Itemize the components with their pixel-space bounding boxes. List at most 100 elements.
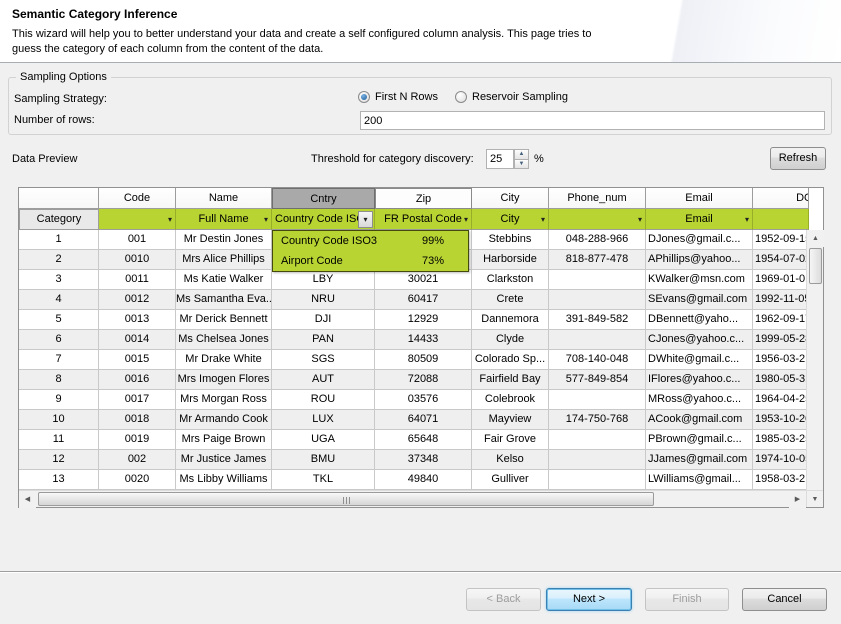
data-cell[interactable]: 391-849-582 xyxy=(549,310,646,330)
row-number-cell[interactable]: 1 xyxy=(19,230,99,250)
data-cell[interactable]: 03576 xyxy=(375,390,472,410)
row-number-cell[interactable]: 10 xyxy=(19,410,99,430)
row-number-cell[interactable]: 9 xyxy=(19,390,99,410)
data-cell[interactable]: Mr Destin Jones xyxy=(176,230,272,250)
data-cell[interactable]: DJI xyxy=(272,310,375,330)
data-cell[interactable]: 1953-10-20 xyxy=(753,410,809,430)
row-number-cell[interactable]: 5 xyxy=(19,310,99,330)
category-select-dob[interactable] xyxy=(753,209,809,230)
data-cell[interactable]: 174-750-768 xyxy=(549,410,646,430)
table-row[interactable]: 60014Ms Chelsea JonesPAN14433ClydeCJones… xyxy=(19,330,823,350)
data-cell[interactable]: Mrs Morgan Ross xyxy=(176,390,272,410)
data-cell[interactable]: Clyde xyxy=(472,330,549,350)
reservoir-sampling-radio[interactable]: Reservoir Sampling xyxy=(455,91,568,103)
data-cell[interactable]: 1962-09-17 xyxy=(753,310,809,330)
data-cell[interactable]: 0012 xyxy=(99,290,176,310)
data-cell[interactable]: 1999-05-28 xyxy=(753,330,809,350)
category-select-zip[interactable]: FR Postal Code▾ xyxy=(375,209,472,230)
data-cell[interactable]: 60417 xyxy=(375,290,472,310)
data-cell[interactable]: Mayview xyxy=(472,410,549,430)
data-cell[interactable]: 0016 xyxy=(99,370,176,390)
data-cell[interactable]: NRU xyxy=(272,290,375,310)
data-cell[interactable]: LUX xyxy=(272,410,375,430)
scroll-down-icon[interactable]: ▼ xyxy=(806,490,823,507)
threshold-spinner-input[interactable] xyxy=(486,149,514,169)
data-cell[interactable]: ACook@gmail.com xyxy=(646,410,753,430)
table-row[interactable]: 80016Mrs Imogen FloresAUT72088Fairfield … xyxy=(19,370,823,390)
data-cell[interactable]: Gulliver xyxy=(472,470,549,490)
table-row[interactable]: 130020Ms Libby WilliamsTKL49840GulliverL… xyxy=(19,470,823,490)
data-cell[interactable]: 14433 xyxy=(375,330,472,350)
data-cell[interactable]: DBennett@yaho... xyxy=(646,310,753,330)
data-cell[interactable]: 002 xyxy=(99,450,176,470)
row-number-cell[interactable]: 3 xyxy=(19,270,99,290)
data-cell[interactable]: SEvans@gmail.com xyxy=(646,290,753,310)
table-row[interactable]: 100018Mr Armando CookLUX64071Mayview174-… xyxy=(19,410,823,430)
data-cell[interactable]: 1958-03-21 xyxy=(753,470,809,490)
next-button[interactable]: Next > xyxy=(546,588,632,611)
data-cell[interactable]: Mr Justice James xyxy=(176,450,272,470)
data-cell[interactable]: JJames@gmail.com xyxy=(646,450,753,470)
data-cell[interactable]: 64071 xyxy=(375,410,472,430)
vertical-scrollbar[interactable]: ▲ xyxy=(806,230,823,490)
data-cell[interactable]: Colebrook xyxy=(472,390,549,410)
table-row[interactable]: 30011Ms Katie WalkerLBY30021ClarkstonKWa… xyxy=(19,270,823,290)
data-cell[interactable]: 1956-03-21 xyxy=(753,350,809,370)
data-cell[interactable]: 1954-07-02 xyxy=(753,250,809,270)
data-cell[interactable]: 72088 xyxy=(375,370,472,390)
data-cell[interactable]: 0014 xyxy=(99,330,176,350)
data-cell[interactable]: LWilliams@gmail... xyxy=(646,470,753,490)
number-of-rows-input[interactable] xyxy=(360,111,825,130)
data-cell[interactable]: UGA xyxy=(272,430,375,450)
data-cell[interactable]: 1974-10-05 xyxy=(753,450,809,470)
data-cell[interactable]: 12929 xyxy=(375,310,472,330)
data-cell[interactable]: 0019 xyxy=(99,430,176,450)
data-cell[interactable]: Harborside xyxy=(472,250,549,270)
data-cell[interactable]: 0010 xyxy=(99,250,176,270)
data-cell[interactable]: Kelso xyxy=(472,450,549,470)
data-cell[interactable]: 80509 xyxy=(375,350,472,370)
data-cell[interactable]: Mr Derick Bennett xyxy=(176,310,272,330)
scroll-right-icon[interactable]: ▶ xyxy=(789,491,806,508)
category-select-city[interactable]: City▾ xyxy=(472,209,549,230)
data-cell[interactable]: PBrown@gmail.c... xyxy=(646,430,753,450)
horizontal-scrollbar-thumb[interactable] xyxy=(38,492,654,506)
data-cell[interactable]: 0018 xyxy=(99,410,176,430)
data-cell[interactable]: CJones@yahoo.c... xyxy=(646,330,753,350)
data-cell[interactable]: DJones@gmail.c... xyxy=(646,230,753,250)
data-cell[interactable]: KWalker@msn.com xyxy=(646,270,753,290)
column-header-city[interactable]: City xyxy=(472,188,549,209)
spinner-up-icon[interactable]: ▲ xyxy=(514,149,529,160)
data-cell[interactable]: Mr Drake White xyxy=(176,350,272,370)
row-number-cell[interactable]: 12 xyxy=(19,450,99,470)
column-header-zip[interactable]: Zip xyxy=(375,188,472,209)
column-header-email[interactable]: Email xyxy=(646,188,753,209)
data-cell[interactable] xyxy=(549,470,646,490)
data-cell[interactable]: Ms Chelsea Jones xyxy=(176,330,272,350)
data-cell[interactable]: 30021 xyxy=(375,270,472,290)
row-number-cell[interactable]: 4 xyxy=(19,290,99,310)
data-cell[interactable]: 1985-03-25 xyxy=(753,430,809,450)
data-cell[interactable]: 1964-04-25 xyxy=(753,390,809,410)
data-cell[interactable]: 0011 xyxy=(99,270,176,290)
row-number-cell[interactable]: 8 xyxy=(19,370,99,390)
data-cell[interactable] xyxy=(549,290,646,310)
row-number-cell[interactable]: 6 xyxy=(19,330,99,350)
data-cell[interactable]: 65648 xyxy=(375,430,472,450)
data-cell[interactable]: 0017 xyxy=(99,390,176,410)
category-select-phone_num[interactable]: ▾ xyxy=(549,209,646,230)
data-cell[interactable]: 1980-05-31 xyxy=(753,370,809,390)
column-header-name[interactable]: Name xyxy=(176,188,272,209)
data-cell[interactable]: Ms Katie Walker xyxy=(176,270,272,290)
category-select-name[interactable]: Full Name▾ xyxy=(176,209,272,230)
data-cell[interactable]: SGS xyxy=(272,350,375,370)
data-cell[interactable]: BMU xyxy=(272,450,375,470)
data-cell[interactable]: 708-140-048 xyxy=(549,350,646,370)
data-cell[interactable]: 0020 xyxy=(99,470,176,490)
spinner-down-icon[interactable]: ▼ xyxy=(514,160,529,170)
data-cell[interactable]: 1969-01-01 xyxy=(753,270,809,290)
column-header-phone_num[interactable]: Phone_num xyxy=(549,188,646,209)
data-cell[interactable] xyxy=(549,430,646,450)
data-cell[interactable]: 49840 xyxy=(375,470,472,490)
data-cell[interactable]: LBY xyxy=(272,270,375,290)
